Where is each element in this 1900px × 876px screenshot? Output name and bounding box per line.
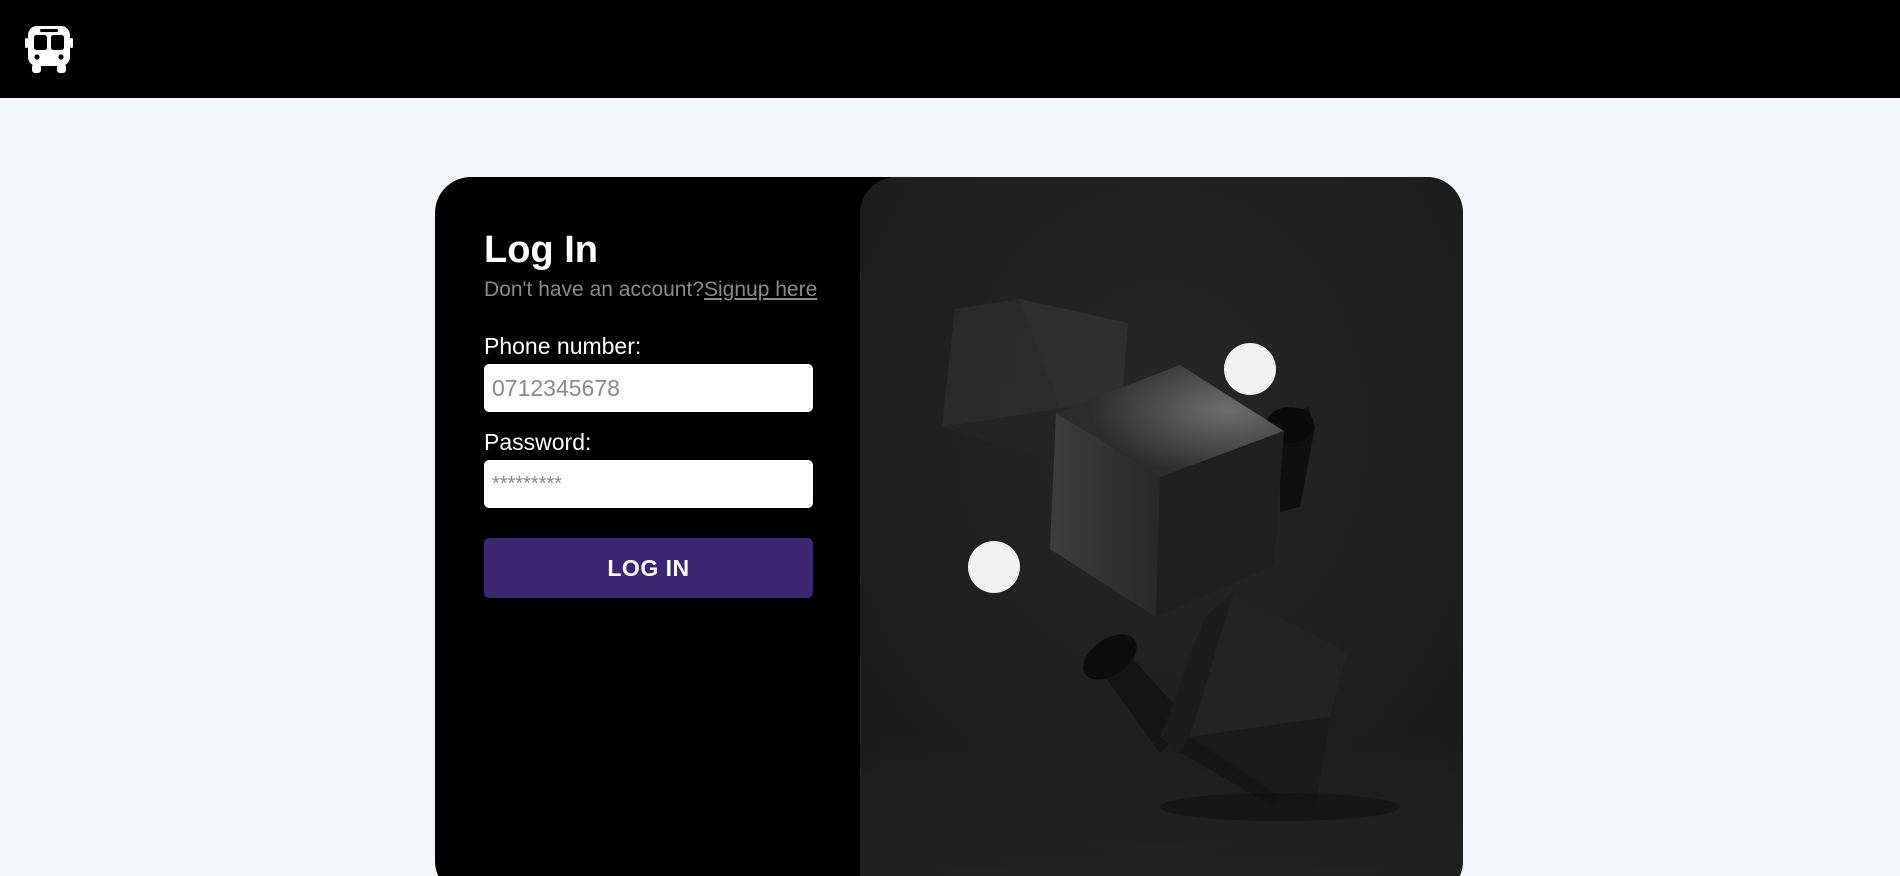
upper-sphere [1224, 343, 1276, 395]
signup-prompt: Don't have an account?Signup here [484, 278, 817, 302]
login-button[interactable]: LOG IN [484, 538, 813, 598]
password-input[interactable] [484, 460, 813, 508]
signup-link[interactable]: Signup here [704, 278, 817, 301]
login-form: Log In Don't have an account?Signup here… [435, 177, 860, 876]
top-navbar [0, 0, 1900, 98]
bus-icon[interactable] [25, 24, 73, 74]
password-label: Password: [484, 429, 592, 455]
phone-label: Phone number: [484, 333, 642, 359]
left-sphere [968, 541, 1020, 593]
floating-cubes-illustration [860, 177, 1463, 876]
page-title: Log In [484, 229, 598, 271]
login-card: Log In Don't have an account?Signup here… [435, 177, 1463, 876]
no-account-text: Don't have an account? [484, 278, 704, 301]
phone-number-input[interactable] [484, 364, 813, 412]
